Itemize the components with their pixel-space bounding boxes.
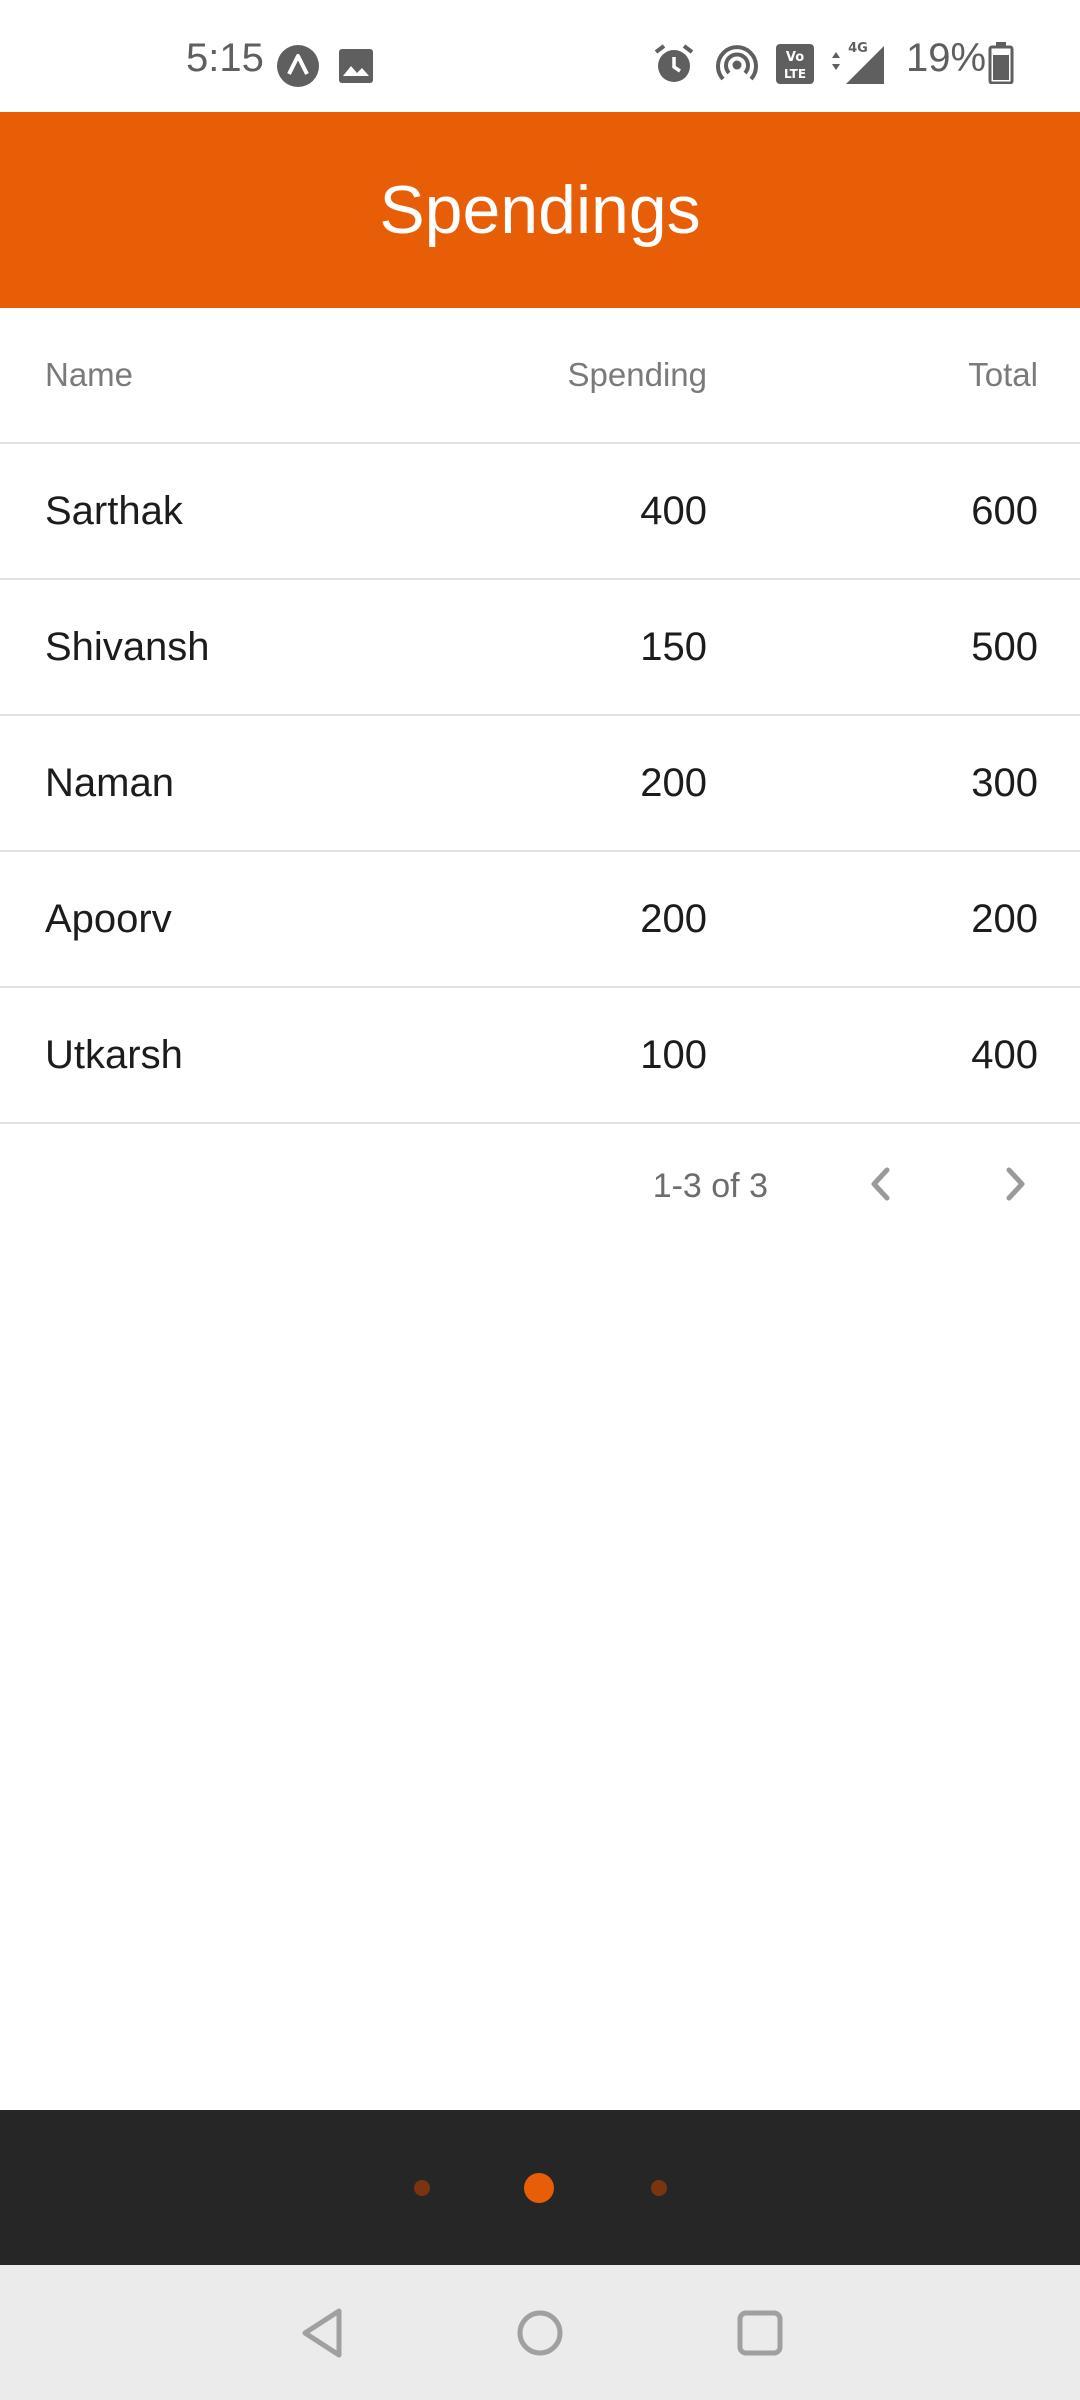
cell-total: 200	[971, 896, 1038, 941]
cell-name: Utkarsh	[45, 1032, 183, 1077]
hotspot-icon	[716, 44, 758, 91]
column-header-name[interactable]: Name	[45, 308, 133, 442]
volte-icon: Vo LTE	[776, 44, 814, 89]
chevron-left-icon	[865, 1164, 895, 1209]
cell-spending: 200	[640, 760, 707, 805]
recents-icon	[735, 2308, 785, 2363]
chevron-right-icon	[1001, 1164, 1031, 1209]
cell-name: Apoorv	[45, 896, 172, 941]
cell-name: Shivansh	[45, 624, 210, 669]
column-header-total[interactable]: Total	[968, 308, 1038, 442]
table-row[interactable]: Shivansh 150 500	[0, 580, 1080, 716]
cell-spending: 200	[640, 896, 707, 941]
status-bar: 5:15 Vo LTE 4G 19%	[0, 0, 1080, 112]
battery-icon	[988, 42, 1014, 89]
cell-total: 500	[971, 624, 1038, 669]
cell-name: Naman	[45, 760, 174, 805]
page-dot-2-active[interactable]	[524, 2173, 554, 2203]
page-dot-1[interactable]	[414, 2180, 430, 2196]
signal-4g-icon: 4G	[828, 40, 888, 91]
alarm-icon	[652, 42, 696, 91]
cell-total: 600	[971, 488, 1038, 533]
app-notification-icon	[276, 44, 320, 93]
app-header: Spendings	[0, 112, 1080, 308]
home-button[interactable]	[500, 2295, 580, 2375]
next-page-button[interactable]	[986, 1156, 1046, 1216]
battery-percent: 19%	[906, 36, 987, 80]
back-icon	[297, 2306, 347, 2365]
page-title: Spendings	[379, 172, 701, 248]
spendings-table: Name Spending Total Sarthak 400 600 Shiv…	[0, 308, 1080, 1124]
screen: 5:15 Vo LTE 4G 19% Spendings Name Spendi…	[0, 0, 1080, 2400]
back-button[interactable]	[282, 2295, 362, 2375]
cell-spending: 400	[640, 488, 707, 533]
table-row[interactable]: Sarthak 400 600	[0, 444, 1080, 580]
home-icon	[515, 2308, 565, 2363]
system-nav-bar	[0, 2265, 1080, 2400]
recents-button[interactable]	[720, 2295, 800, 2375]
status-time: 5:15	[186, 36, 264, 80]
table-row[interactable]: Utkarsh 100 400	[0, 988, 1080, 1124]
cell-spending: 100	[640, 1032, 707, 1077]
table-header-row: Name Spending Total	[0, 308, 1080, 444]
cell-total: 400	[971, 1032, 1038, 1077]
table-row[interactable]: Apoorv 200 200	[0, 852, 1080, 988]
table-row[interactable]: Naman 200 300	[0, 716, 1080, 852]
previous-page-button[interactable]	[850, 1156, 910, 1216]
page-indicator-bar	[0, 2110, 1080, 2265]
column-header-spending[interactable]: Spending	[568, 308, 707, 442]
cell-spending: 150	[640, 624, 707, 669]
page-range-label: 1-3 of 3	[652, 1166, 768, 1205]
svg-text:4G: 4G	[848, 41, 868, 56]
cell-total: 300	[971, 760, 1038, 805]
pagination: 1-3 of 3	[0, 1120, 1080, 1252]
svg-text:Vo: Vo	[786, 50, 804, 65]
cell-name: Sarthak	[45, 488, 183, 533]
image-icon	[338, 48, 374, 89]
page-dot-3[interactable]	[651, 2180, 667, 2196]
svg-text:LTE: LTE	[784, 67, 806, 81]
